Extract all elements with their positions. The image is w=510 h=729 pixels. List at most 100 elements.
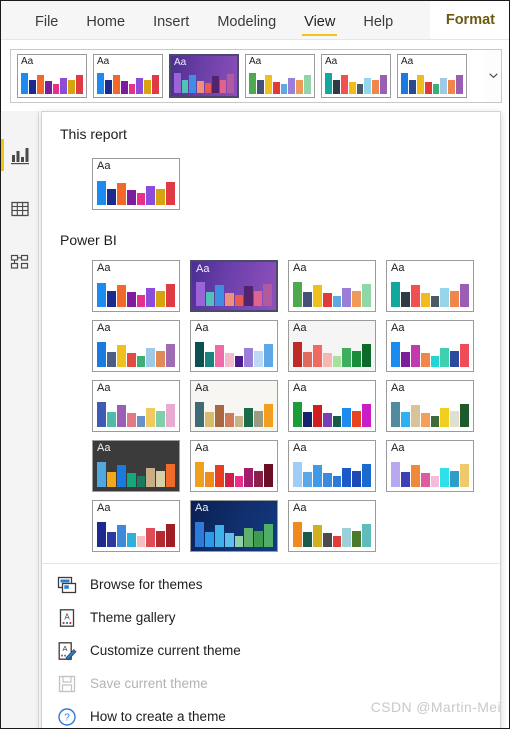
ribbon-tab-file[interactable]: File xyxy=(21,14,72,39)
power-bi-theme-1[interactable]: Aa xyxy=(190,260,278,312)
nav-item-report-view[interactable] xyxy=(1,133,39,177)
theme-preview-bars xyxy=(293,461,371,487)
theme-preview-aa-label: Aa xyxy=(195,442,209,454)
browse-folder-icon xyxy=(56,574,78,596)
ribbon-theme-thumb-1[interactable]: Aa xyxy=(93,54,163,98)
theme-preview-aa-label: Aa xyxy=(325,56,338,67)
svg-text:?: ? xyxy=(64,712,70,723)
ribbon-tab-view[interactable]: View xyxy=(290,14,349,39)
theme-preview-bars xyxy=(195,341,273,367)
power-bi-window: File Home Insert Modeling View Help Format Aa A… xyxy=(0,0,510,729)
ribbon-tab-insert[interactable]: Insert xyxy=(139,14,203,39)
ribbon-theme-thumb-4[interactable]: Aa xyxy=(321,54,391,98)
power-bi-theme-12[interactable]: Aa xyxy=(92,440,180,492)
theme-preview-aa-label: Aa xyxy=(97,262,111,274)
theme-preview-bars xyxy=(401,71,463,94)
theme-preview-aa-label: Aa xyxy=(97,442,111,454)
save-disk-icon xyxy=(56,673,78,695)
theme-preview-bars xyxy=(97,401,175,427)
power-bi-theme-grid: Aa Aa Aa Aa Aa Aa Aa Aa Aa Aa Aa Aa Aa Aa Aa Aa Aa Aa Aa xyxy=(92,260,474,552)
theme-gallery-icon: A xyxy=(56,607,78,629)
theme-preview-bars xyxy=(21,71,83,94)
theme-preview-bars xyxy=(293,341,371,367)
theme-preview-bars xyxy=(97,71,159,94)
theme-preview-aa-label: Aa xyxy=(174,57,187,68)
ribbon-tab-format[interactable]: Format xyxy=(429,1,509,39)
theme-preview-bars xyxy=(195,521,273,547)
chevron-down-icon[interactable] xyxy=(485,49,502,103)
menu-item-label: Theme gallery xyxy=(90,610,176,625)
model-icon xyxy=(10,253,30,273)
power-bi-theme-0[interactable]: Aa xyxy=(92,260,180,312)
ribbon-themes-group: Aa Aa Aa Aa Aa Aa xyxy=(1,39,509,111)
nav-item-data-view[interactable] xyxy=(1,187,39,231)
this-report-theme-list: Aa xyxy=(92,158,180,210)
power-bi-theme-5[interactable]: Aa xyxy=(190,320,278,372)
menu-item-customize-current-theme[interactable]: A Customize current theme xyxy=(42,634,500,667)
theme-preview-aa-label: Aa xyxy=(195,322,209,334)
bar-chart-icon xyxy=(10,145,30,165)
ribbon-theme-thumb-0[interactable]: Aa xyxy=(17,54,87,98)
menu-item-theme-gallery[interactable]: A Theme gallery xyxy=(42,601,500,634)
svg-text:A: A xyxy=(62,644,67,653)
power-bi-theme-8[interactable]: Aa xyxy=(92,380,180,432)
power-bi-theme-18[interactable]: Aa xyxy=(288,500,376,552)
theme-preview-aa-label: Aa xyxy=(293,442,307,454)
view-switch-rail xyxy=(1,111,39,728)
theme-preview-bars xyxy=(97,521,175,547)
ribbon-tab-modeling[interactable]: Modeling xyxy=(203,14,290,39)
theme-preview-aa-label: Aa xyxy=(21,56,34,67)
menu-item-label: Save current theme xyxy=(90,676,208,691)
ribbon-tab-bar: File Home Insert Modeling View Help Format xyxy=(1,1,509,39)
theme-preview-bars xyxy=(97,281,175,307)
theme-preview-bars xyxy=(391,341,469,367)
theme-preview-aa-label: Aa xyxy=(391,382,405,394)
theme-preview-aa-label: Aa xyxy=(249,56,262,67)
power-bi-theme-2[interactable]: Aa xyxy=(288,260,376,312)
theme-preview-bars xyxy=(195,401,273,427)
theme-preview-aa-label: Aa xyxy=(391,262,405,274)
power-bi-theme-13[interactable]: Aa xyxy=(190,440,278,492)
power-bi-theme-16[interactable]: Aa xyxy=(92,500,180,552)
power-bi-theme-3[interactable]: Aa xyxy=(386,260,474,312)
theme-preview-aa-label: Aa xyxy=(391,442,405,454)
menu-item-browse-for-themes[interactable]: Browse for themes xyxy=(42,568,500,601)
power-bi-theme-4[interactable]: Aa xyxy=(92,320,180,372)
theme-preview-bars xyxy=(293,521,371,547)
theme-preview-aa-label: Aa xyxy=(293,382,307,394)
ribbon-tab-help[interactable]: Help xyxy=(349,14,407,39)
power-bi-theme-11[interactable]: Aa xyxy=(386,380,474,432)
theme-preview-aa-label: Aa xyxy=(195,502,209,514)
theme-preview-aa-label: Aa xyxy=(97,502,111,514)
power-bi-theme-7[interactable]: Aa xyxy=(386,320,474,372)
panel-divider xyxy=(42,563,500,564)
svg-text:A: A xyxy=(64,612,70,621)
themes-dropdown-panel: This report Aa Power BI Aa Aa Aa Aa Aa Aa Aa Aa… xyxy=(41,111,501,728)
this-report-theme-0[interactable]: Aa xyxy=(92,158,180,210)
power-bi-theme-10[interactable]: Aa xyxy=(288,380,376,432)
power-bi-theme-15[interactable]: Aa xyxy=(386,440,474,492)
theme-preview-bars xyxy=(195,461,273,487)
ribbon-theme-thumb-3[interactable]: Aa xyxy=(245,54,315,98)
help-circle-icon: ? xyxy=(56,706,78,728)
menu-item-label: Customize current theme xyxy=(90,643,241,658)
theme-preview-aa-label: Aa xyxy=(97,56,110,67)
nav-item-model-view[interactable] xyxy=(1,241,39,285)
power-bi-theme-17[interactable]: Aa xyxy=(190,500,278,552)
power-bi-theme-14[interactable]: Aa xyxy=(288,440,376,492)
theme-preview-bars xyxy=(391,281,469,307)
power-bi-theme-6[interactable]: Aa xyxy=(288,320,376,372)
theme-preview-aa-label: Aa xyxy=(196,263,210,275)
theme-preview-aa-label: Aa xyxy=(293,502,307,514)
ribbon-theme-thumb-2[interactable]: Aa xyxy=(169,54,239,98)
power-bi-theme-9[interactable]: Aa xyxy=(190,380,278,432)
themes-gallery-strip[interactable]: Aa Aa Aa Aa Aa Aa xyxy=(10,49,489,103)
theme-preview-bars xyxy=(391,401,469,427)
theme-preview-bars xyxy=(293,401,371,427)
ribbon-tab-home[interactable]: Home xyxy=(72,14,139,39)
ribbon-theme-thumb-5[interactable]: Aa xyxy=(397,54,467,98)
section-heading-this-report: This report xyxy=(60,126,127,142)
theme-preview-bars xyxy=(249,71,311,94)
menu-item-label: How to create a theme xyxy=(90,709,226,724)
theme-preview-bars xyxy=(196,281,272,306)
